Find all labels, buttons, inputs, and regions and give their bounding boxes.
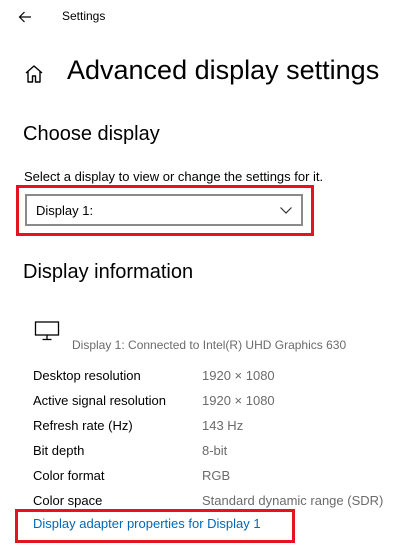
info-label: Color format: [33, 468, 105, 483]
info-row-active-signal-resolution: Active signal resolution 1920 × 1080: [0, 393, 410, 415]
home-button[interactable]: [20, 60, 48, 88]
info-label: Refresh rate (Hz): [33, 418, 133, 433]
info-row-bit-depth: Bit depth 8-bit: [0, 443, 410, 465]
display-connection-text: Display 1: Connected to Intel(R) UHD Gra…: [72, 338, 347, 352]
info-value: Standard dynamic range (SDR): [202, 493, 384, 508]
display-select-dropdown[interactable]: Display 1:: [25, 194, 303, 226]
info-label: Desktop resolution: [33, 368, 141, 383]
info-row-desktop-resolution: Desktop resolution 1920 × 1080: [0, 368, 410, 390]
dropdown-selected-value: Display 1:: [36, 203, 94, 218]
choose-display-description: Select a display to view or change the s…: [24, 169, 324, 184]
info-value: 1920 × 1080: [202, 368, 275, 383]
info-label: Color space: [33, 493, 103, 508]
info-value: 8-bit: [202, 443, 228, 458]
chevron-down-icon: [280, 207, 292, 214]
info-label: Active signal resolution: [33, 393, 166, 408]
home-icon: [25, 65, 43, 83]
display-information-heading: Display information: [23, 261, 194, 283]
display-adapter-properties-link[interactable]: Display adapter properties for Display 1: [33, 516, 261, 531]
info-label: Bit depth: [33, 443, 85, 458]
info-value: 1920 × 1080: [202, 393, 275, 408]
info-value: 143 Hz: [202, 418, 244, 433]
app-title: Settings: [62, 9, 106, 23]
back-button[interactable]: [8, 4, 42, 30]
back-arrow-icon: [18, 11, 31, 23]
monitor-icon: [34, 321, 60, 341]
page-title: Advanced display settings: [67, 55, 380, 85]
info-row-refresh-rate: Refresh rate (Hz) 143 Hz: [0, 418, 410, 440]
info-row-color-format: Color format RGB: [0, 468, 410, 490]
info-value: RGB: [202, 468, 231, 483]
choose-display-heading: Choose display: [23, 123, 160, 145]
